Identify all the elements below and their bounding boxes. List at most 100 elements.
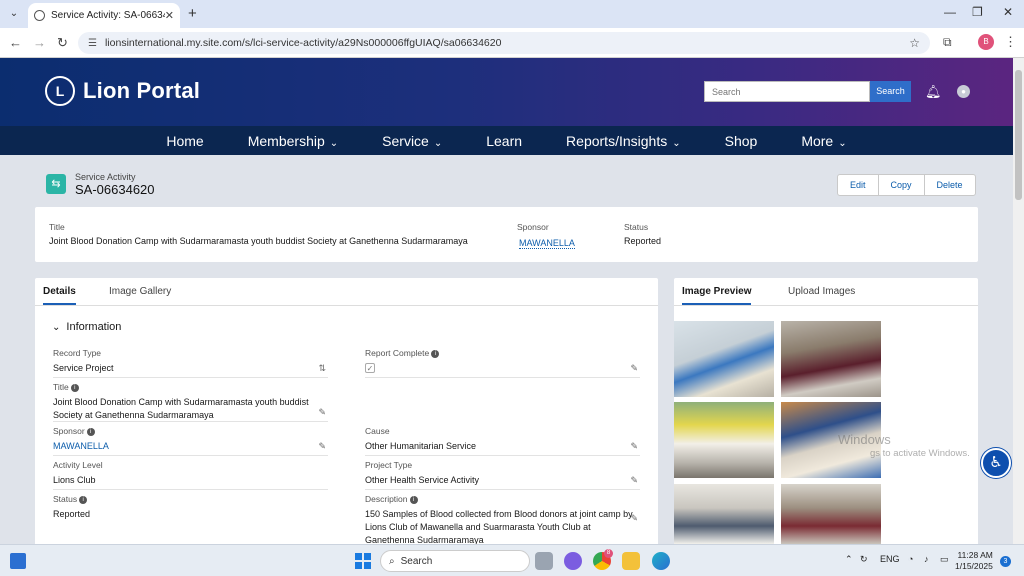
browser-menu-icon[interactable]: ⋮ [1004,34,1017,50]
info-icon[interactable]: i [431,350,440,358]
photo-thumbnail[interactable] [781,484,881,544]
windows-start-icon[interactable] [355,553,371,569]
task-view-icon[interactable] [535,552,553,570]
info-icon[interactable]: i [70,384,79,392]
browser-toolbar: ← → ↻ ☰ lionsinternational.my.site.com/s… [0,28,1024,58]
nav-item-reports-insights[interactable]: Reports/Insights ⌄ [566,133,681,149]
new-tab-icon[interactable]: + [188,5,197,22]
notification-bell-icon[interactable]: 🔔︎ [925,84,942,100]
portal-search-input[interactable] [704,81,870,102]
reload-icon[interactable]: ↻ [57,35,68,51]
highlight-sponsor-link[interactable]: MAWANELLA [519,238,575,249]
sponsor-link[interactable]: MAWANELLA [53,440,328,453]
nav-item-service[interactable]: Service ⌄ [382,133,442,149]
restore-icon[interactable]: ❐ [972,5,983,19]
info-icon[interactable]: i [409,496,418,504]
service-activity-icon: ⇆ [46,174,66,194]
edge-icon[interactable] [652,552,670,570]
language-indicator[interactable]: ENG [880,554,900,564]
photo-thumbnail[interactable] [674,484,774,544]
divider [365,455,640,456]
accessibility-icon[interactable]: ♿︎ [981,448,1011,478]
highlight-status-value: Reported [624,236,662,246]
field-status: Status i Reported [53,494,328,524]
extensions-icon[interactable]: ⧉ [943,35,952,50]
nav-item-home[interactable]: Home [166,133,203,149]
copy-button[interactable]: Copy [879,175,925,195]
photo-thumbnail[interactable] [674,321,774,397]
system-clock[interactable]: 11:28 AM 1/15/2025 [955,550,993,572]
edit-pencil-icon[interactable]: ✎ [630,513,638,524]
divider [53,421,328,422]
divider [53,455,328,456]
site-settings-icon[interactable]: ☰ [88,38,97,49]
minimize-icon[interactable]: — [944,5,956,19]
section-title: Information [66,321,122,333]
tab-details[interactable]: Details [43,286,76,305]
page-scrollbar[interactable] [1013,58,1024,544]
delete-button[interactable]: Delete [925,175,975,195]
edit-button[interactable]: Edit [838,175,879,195]
photo-thumbnail[interactable] [674,402,774,478]
sync-icon[interactable]: ↻ [860,554,868,565]
field-value: Service Project [53,363,114,373]
file-explorer-icon[interactable] [622,552,640,570]
taskbar-search[interactable]: ⌕ Search [380,550,530,572]
info-icon[interactable]: i [86,428,95,436]
field-value: Other Health Service Activity [365,475,480,485]
field-label: Sponsor [53,426,85,436]
change-record-type-icon[interactable]: ⇅ [318,363,326,374]
battery-icon[interactable]: ▭ [940,554,949,565]
bookmark-star-icon[interactable]: ☆ [909,36,920,50]
nav-item-learn[interactable]: Learn [486,133,522,149]
widgets-icon[interactable] [10,553,26,569]
details-tabs: Details Image Gallery [35,278,658,306]
wifi-icon[interactable]: ◔ [908,554,913,564]
image-card: Image Preview Upload Images [674,278,978,544]
portal-logo[interactable]: L Lion Portal [45,76,200,106]
teams-icon[interactable] [564,552,582,570]
tab-image-gallery[interactable]: Image Gallery [109,286,171,297]
chevron-down-icon: ⌄ [52,322,61,333]
address-bar[interactable]: ☰ lionsinternational.my.site.com/s/lci-s… [78,32,930,54]
field-title: Title i Joint Blood Donation Camp with Su… [53,382,328,422]
close-tab-icon[interactable]: ✕ [165,9,174,22]
nav-item-membership[interactable]: Membership ⌄ [248,133,338,149]
user-avatar-icon[interactable]: ● [957,85,970,98]
browser-tab[interactable]: Service Activity: SA-06634620 ✕ [28,3,180,28]
field-label: Cause [365,426,390,436]
section-header[interactable]: ⌄ Information [52,321,121,333]
close-window-icon[interactable]: ✕ [1003,5,1013,19]
edit-pencil-icon[interactable]: ✎ [630,363,638,374]
show-hidden-icons[interactable]: ⌃ [845,554,853,565]
nav-item-shop[interactable]: Shop [725,133,758,149]
nav-item-label: Home [166,132,204,149]
notification-badge[interactable]: 3 [1000,556,1011,567]
nav-item-label: Shop [724,132,758,149]
field-label: Status [53,494,78,504]
forward-icon[interactable]: → [33,35,46,50]
divider [53,489,328,490]
windows-taskbar: ⌕ Search 8 ⌃ ↻ ENG ◔ ♪ ▭ 11:28 AM 1/15/20… [0,544,1024,576]
volume-icon[interactable]: ♪ [924,554,929,564]
report-complete-checkbox[interactable]: ✓ [365,363,375,373]
highlight-sponsor-label: Sponsor [517,222,549,232]
nav-item-more[interactable]: More ⌄ [801,133,846,149]
tab-search-icon[interactable]: ⌄ [6,6,22,22]
scrollbar-thumb[interactable] [1015,70,1022,200]
tab-image-preview[interactable]: Image Preview [682,286,752,305]
back-icon[interactable]: ← [9,35,22,50]
portal-search-button[interactable]: Search [870,81,911,102]
highlight-status-label: Status [624,222,649,232]
chevron-down-icon: ⌄ [433,137,443,149]
photo-thumbnail[interactable] [781,321,881,397]
edit-pencil-icon[interactable]: ✎ [318,441,326,452]
nav-item-label: Service [382,132,429,149]
edit-pencil-icon[interactable]: ✎ [630,441,638,452]
edit-pencil-icon[interactable]: ✎ [318,407,326,418]
info-icon[interactable]: i [79,496,88,504]
edit-pencil-icon[interactable]: ✎ [630,475,638,486]
record-header: ⇆ Service Activity SA-06634620 Edit Copy… [35,165,978,207]
tab-upload-images[interactable]: Upload Images [788,286,855,297]
profile-avatar[interactable]: B [978,34,994,50]
